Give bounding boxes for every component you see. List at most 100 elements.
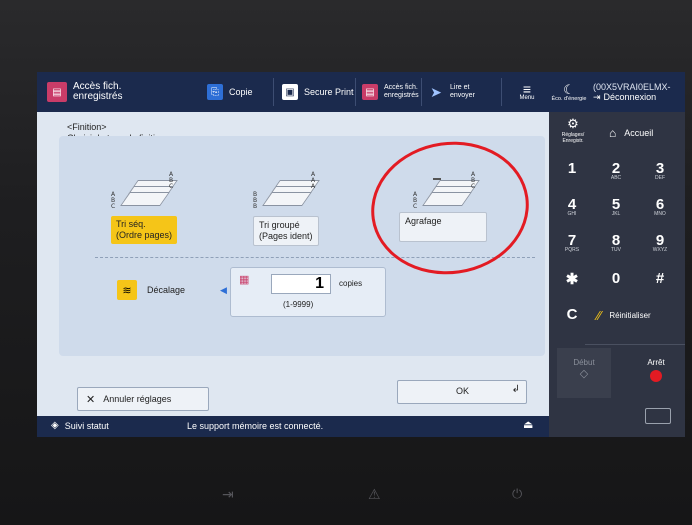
stop-button[interactable]: Arrêt <box>629 348 683 398</box>
group-label: Tri groupé (Pages ident) <box>253 216 319 246</box>
menu-label: Menu <box>519 95 535 101</box>
stack-copies-icon: ▦ <box>239 274 250 286</box>
send-icon: ➤ <box>430 83 442 100</box>
key-4-sub: GHI <box>567 211 577 217</box>
moon-icon: ☾ <box>563 81 575 97</box>
current-app-indicator: ▤ Accès fich. enregistrés <box>47 72 167 112</box>
page-letters: ABC <box>111 191 116 210</box>
key-3[interactable]: 3 DEF <box>647 160 673 181</box>
key-5-sub: JKL <box>611 211 621 217</box>
key-9-sub: WXYZ <box>652 247 668 253</box>
key-hash[interactable]: # <box>647 270 673 287</box>
printer-icon: ▣ <box>282 84 298 100</box>
status-monitor-label: Suivi statut <box>64 420 109 431</box>
status-message: Le support mémoire est connecté. <box>187 421 324 431</box>
clear-key[interactable]: C <box>559 306 585 323</box>
right-keypad: ⚙ Réglages/ Enregistr. ⌂ Accueil 1 2 ABC … <box>549 112 685 437</box>
key-0-label: 0 <box>611 270 621 287</box>
copies-unit: copies <box>339 279 363 288</box>
reset-icon: ⁄⁄ <box>597 308 602 323</box>
key-5[interactable]: 5 JKL <box>603 196 629 217</box>
eject-icon[interactable]: ⏏ <box>523 418 533 431</box>
printer-touchscreen: ▤ Accès fich. enregistrés ⎘ Copie ▣ Secu… <box>37 72 685 437</box>
start-label: Début <box>573 358 595 367</box>
logout-icon: ⇥ <box>593 91 601 102</box>
key-3-sub: DEF <box>655 175 665 181</box>
clear-key-label: C <box>566 306 578 323</box>
scan-send-shortcut-button[interactable]: ➤ Lire et envoyer <box>428 72 475 112</box>
paper-sheet <box>120 192 170 206</box>
energy-saver-button[interactable]: ☾ Éco. d'énergie <box>551 72 587 112</box>
offset-icon: ≋ <box>117 280 137 300</box>
topbar-divider <box>501 78 502 106</box>
divider <box>585 344 685 345</box>
reset-label: Réinitialiser <box>609 311 651 320</box>
status-bar: ◈ Suivi statut Le support mémoire est co… <box>37 416 549 437</box>
secure-print-shortcut-button[interactable]: ▣ Secure Print <box>282 72 354 112</box>
copies-input[interactable]: 1 <box>271 274 331 294</box>
key-4[interactable]: 4 GHI <box>559 196 585 217</box>
key-hash-label: # <box>655 270 665 287</box>
ok-label: OK <box>456 386 470 396</box>
reset-button[interactable]: ⁄⁄ Réinitialiser <box>597 308 651 323</box>
warning-icon: ⚠ <box>368 486 381 502</box>
collate-label: Tri séq. (Ordre pages) <box>111 216 178 244</box>
copy-shortcut-button[interactable]: ⎘ Copie <box>207 72 253 112</box>
secure-print-label: Secure Print <box>304 87 354 97</box>
stored-files-label: Accès fich. enregistrés <box>384 84 419 99</box>
key-0[interactable]: 0 <box>603 270 629 287</box>
paper-sheet <box>262 192 312 206</box>
page-title: <Finition> <box>67 122 107 132</box>
settings-register-button[interactable]: ⚙ Réglages/ Enregistr. <box>553 116 593 152</box>
key-8[interactable]: 8 TUV <box>603 232 629 253</box>
user-id: (00X5VRAI0ELMX- <box>593 81 671 92</box>
scan-send-label: Lire et envoyer <box>450 84 475 99</box>
status-monitor-icon: ◈ <box>51 420 59 431</box>
status-monitor-button[interactable]: ◈ Suivi statut <box>51 420 109 431</box>
key-9[interactable]: 9 WXYZ <box>647 232 673 253</box>
copy-icon: ⎘ <box>207 84 223 100</box>
key-6[interactable]: 6 MNO <box>647 196 673 217</box>
collate-option[interactable]: ABC ABC Tri séq. (Ordre pages) <box>107 164 197 250</box>
page-letters: ABC <box>169 171 174 190</box>
start-diamond-icon: ◇ <box>579 368 589 380</box>
home-button[interactable]: ⌂ Accueil <box>601 120 679 146</box>
copy-shortcut-label: Copie <box>229 87 253 97</box>
start-button[interactable]: Début ◇ <box>557 348 611 398</box>
key-1-label: 1 <box>567 160 577 177</box>
menu-button[interactable]: ≡ Menu <box>509 72 545 112</box>
key-6-sub: MNO <box>654 211 666 217</box>
key-7[interactable]: 7 PQRS <box>559 232 585 253</box>
key-8-sub: TUV <box>611 247 621 253</box>
group-option[interactable]: BBB AAA Tri groupé (Pages ident) <box>245 164 345 250</box>
return-arrow-icon: ↲ <box>511 384 520 395</box>
cancel-settings-button[interactable]: ✕ Annuler réglages <box>77 387 209 411</box>
key-7-sub: PQRS <box>564 247 580 253</box>
copies-range: (1-9999) <box>283 300 314 309</box>
stored-files-shortcut-button[interactable]: ▤ Accès fich. enregistrés <box>362 72 419 112</box>
keyboard-icon[interactable] <box>645 408 671 424</box>
key-2[interactable]: 2 ABC <box>603 160 629 181</box>
stored-files-icon: ▤ <box>362 84 378 100</box>
page-letters: BBB <box>253 191 258 210</box>
close-icon: ✕ <box>86 393 96 406</box>
topbar-divider <box>273 78 274 106</box>
home-icon: ⌂ <box>609 126 617 140</box>
stop-icon <box>650 370 662 382</box>
energy-saver-label: Éco. d'énergie <box>551 95 587 102</box>
cancel-settings-label: Annuler réglages <box>103 394 172 404</box>
logout-button[interactable]: (00X5VRAI0ELMX- ⇥ Déconnexion <box>593 72 685 112</box>
topbar-divider <box>421 78 422 106</box>
key-2-sub: ABC <box>610 175 622 181</box>
gear-icon: ⚙ <box>567 116 579 131</box>
stop-label: Arrêt <box>647 358 665 367</box>
offset-toggle[interactable]: ≋ Décalage <box>117 280 185 300</box>
key-asterisk[interactable]: ✱ <box>559 270 585 288</box>
key-asterisk-label: ✱ <box>565 271 579 288</box>
power-icon: ⏻ <box>512 486 523 501</box>
topbar-divider <box>355 78 356 106</box>
ok-button[interactable]: OK ↲ <box>397 380 527 404</box>
key-1[interactable]: 1 <box>559 160 585 177</box>
offset-label: Décalage <box>147 285 186 295</box>
copies-box: ▦ 1 copies (1-9999) <box>230 267 386 317</box>
